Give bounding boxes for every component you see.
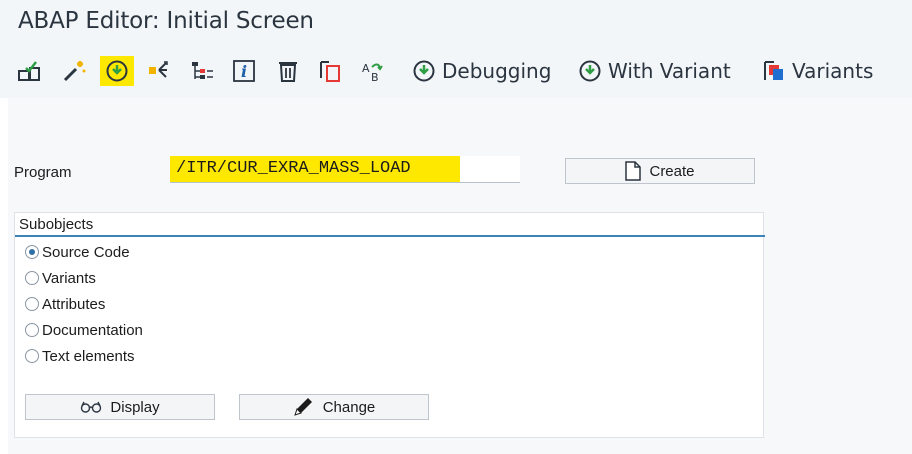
debugging-icon	[413, 60, 435, 82]
info-icon[interactable]: i	[228, 56, 260, 86]
new-document-icon	[625, 161, 642, 181]
variants-button[interactable]: Variants	[762, 56, 873, 86]
svg-text:i: i	[241, 62, 247, 81]
radio-button[interactable]	[25, 297, 39, 311]
group-divider	[15, 235, 765, 237]
variants-label: Variants	[792, 59, 874, 83]
radio-label: Documentation	[42, 321, 143, 339]
subobjects-title: Subobjects	[19, 216, 94, 233]
radio-label: Source Code	[42, 243, 130, 261]
program-label: Program	[14, 164, 72, 181]
rename-icon[interactable]: A B	[356, 56, 388, 86]
variants-icon	[764, 61, 783, 80]
radio-label: Text elements	[42, 347, 135, 365]
object-list-icon[interactable]	[186, 56, 218, 86]
execute-icon[interactable]	[100, 56, 134, 86]
display-label: Display	[110, 398, 160, 416]
program-input[interactable]: /ITR/CUR_EXRA_MASS_LOAD	[170, 156, 520, 183]
radio-attributes[interactable]: Attributes	[25, 293, 105, 315]
create-label: Create	[649, 162, 695, 180]
radio-button[interactable]	[25, 323, 39, 337]
check-object-icon[interactable]	[14, 56, 46, 86]
radio-label: Variants	[42, 269, 96, 287]
where-used-icon[interactable]	[144, 56, 176, 86]
activate-icon[interactable]	[58, 56, 90, 86]
window-title: ABAP Editor: Initial Screen	[18, 8, 314, 34]
change-button[interactable]: Change	[239, 394, 429, 420]
program-input-value: /ITR/CUR_EXRA_MASS_LOAD	[170, 156, 460, 182]
delete-icon[interactable]	[272, 56, 304, 86]
application-toolbar: i A B Debugging With Variant Variants	[0, 46, 912, 98]
subobjects-group: Subobjects Source Code Variants Attribut…	[14, 212, 765, 438]
radio-documentation[interactable]: Documentation	[25, 319, 143, 341]
debugging-button[interactable]: Debugging	[412, 56, 551, 86]
create-button[interactable]: Create	[565, 158, 755, 184]
title-bar: ABAP Editor: Initial Screen	[0, 0, 912, 46]
change-label: Change	[322, 398, 376, 416]
with-variant-label: With Variant	[608, 59, 731, 83]
radio-variants[interactable]: Variants	[25, 267, 96, 289]
svg-text:A: A	[362, 62, 370, 75]
radio-text-elements[interactable]: Text elements	[25, 345, 135, 367]
glasses-icon	[81, 401, 102, 413]
radio-source-code[interactable]: Source Code	[25, 241, 130, 263]
with-variant-button[interactable]: With Variant	[578, 56, 731, 86]
debugging-label: Debugging	[442, 59, 552, 83]
svg-text:B: B	[371, 71, 379, 83]
radio-button[interactable]	[25, 245, 39, 259]
radio-button[interactable]	[25, 349, 39, 363]
display-button[interactable]: Display	[25, 394, 215, 420]
radio-label: Attributes	[42, 295, 106, 313]
main-area: Program /ITR/CUR_EXRA_MASS_LOAD Create S…	[8, 98, 912, 454]
pencil-icon	[293, 398, 312, 416]
radio-button[interactable]	[25, 271, 39, 285]
with-variant-icon	[579, 60, 601, 82]
copy-icon[interactable]	[314, 56, 346, 86]
